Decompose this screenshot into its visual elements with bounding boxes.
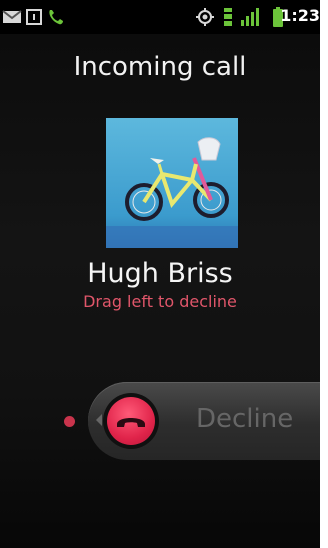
incoming-call-title: Incoming call: [73, 52, 247, 82]
caller-name: Hugh Briss: [87, 258, 233, 289]
decline-label: Decline: [196, 404, 294, 434]
gmail-icon: [2, 9, 22, 29]
decline-target-dot: [64, 416, 75, 427]
drag-hint: Drag left to decline: [83, 292, 237, 311]
clock: 1:23: [280, 6, 320, 25]
data-icon: [221, 7, 235, 31]
signal-icon: [240, 7, 260, 31]
gps-icon: [196, 8, 214, 30]
caller-photo: [106, 118, 238, 248]
status-bar: 1:23: [0, 0, 320, 34]
incoming-call-panel: [0, 34, 320, 548]
chevron-left-icon: [96, 414, 102, 426]
phone-hangup-icon: [107, 397, 155, 445]
phone-screen: 1:23 Incoming call Hugh Briss Drag left …: [0, 0, 320, 548]
phone-call-icon: [46, 7, 66, 31]
decline-slider-handle[interactable]: [103, 393, 159, 449]
sim-card-icon: [25, 8, 43, 30]
